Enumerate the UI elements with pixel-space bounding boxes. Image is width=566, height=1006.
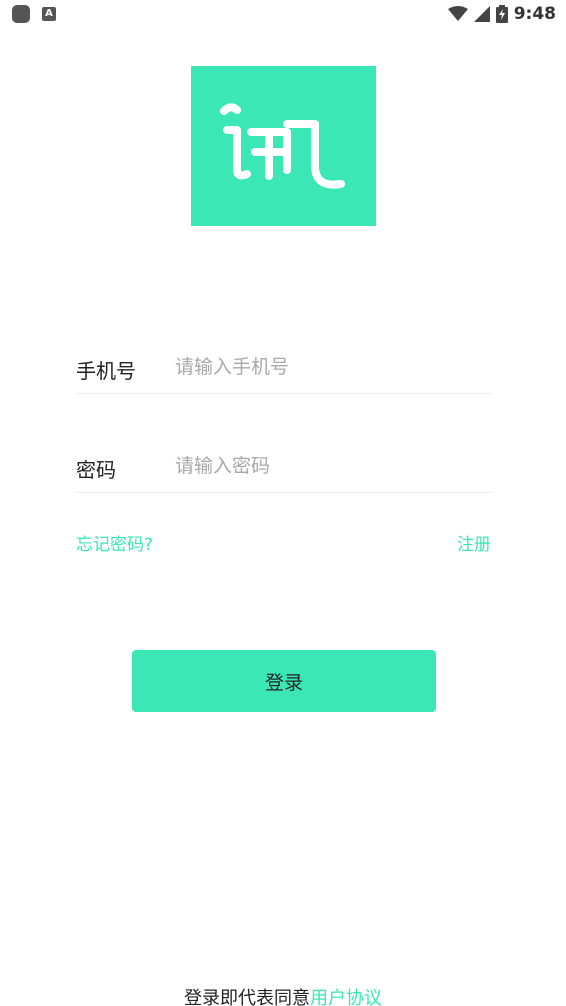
password-label: 密码 <box>76 458 116 482</box>
xun-logo-icon <box>220 103 345 189</box>
status-time: 9:48 <box>513 4 556 24</box>
login-button[interactable]: 登录 <box>132 650 436 712</box>
a-badge-icon: A <box>42 7 56 21</box>
phone-label: 手机号 <box>76 359 136 383</box>
cell-signal-icon <box>473 6 490 22</box>
app-circle-icon <box>12 5 30 23</box>
user-agreement-link[interactable]: 用户协议 <box>310 988 382 1006</box>
app-logo <box>191 66 376 226</box>
login-screen: A 9:48 手机号 请输入手机号 密码 忘记密码? 注册 登录 登录即代表同意… <box>0 0 566 1006</box>
forgot-password-link[interactable]: 忘记密码? <box>76 530 153 555</box>
agreement-prefix: 登录即代表同意 <box>184 988 310 1006</box>
password-input[interactable] <box>175 450 485 482</box>
register-link[interactable]: 注册 <box>457 530 491 555</box>
password-field: 密码 <box>76 442 492 493</box>
battery-charging-icon <box>495 5 508 23</box>
phone-input[interactable] <box>175 351 485 383</box>
status-bar-right: 9:48 <box>447 4 556 24</box>
agreement-text: 登录即代表同意用户协议 <box>0 984 566 1006</box>
wifi-icon <box>447 6 468 21</box>
status-bar: A 9:48 <box>0 0 566 30</box>
phone-field: 手机号 <box>76 343 492 394</box>
status-bar-left: A <box>12 5 56 23</box>
